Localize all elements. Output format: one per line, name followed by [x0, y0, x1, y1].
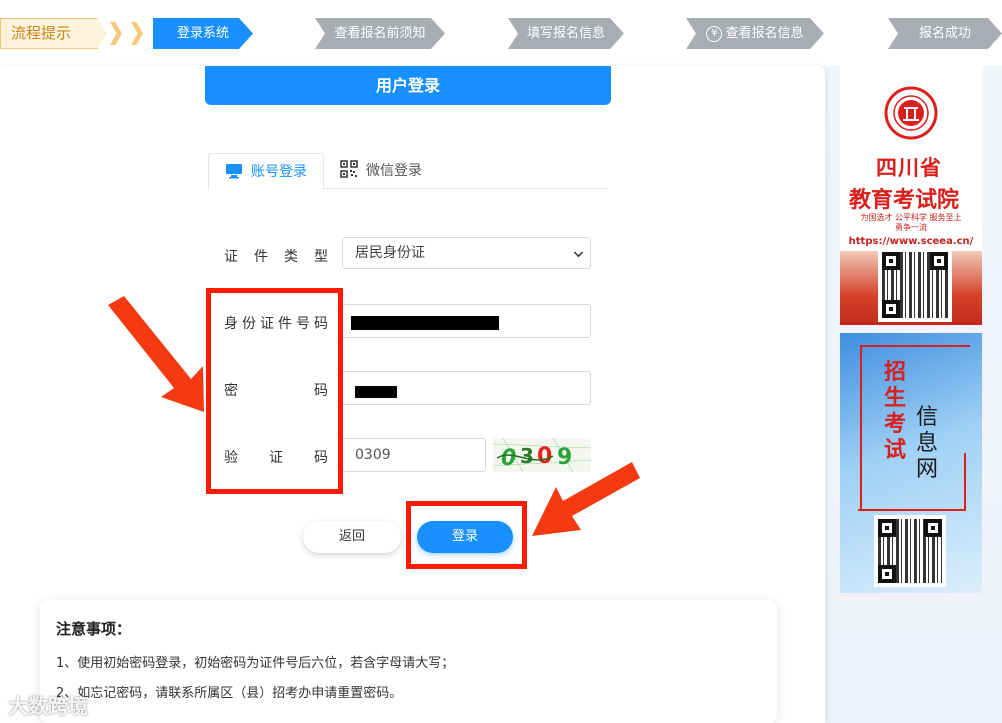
- ad1-url: https://www.sceea.cn/: [848, 236, 974, 247]
- notes-title: 注意事项：: [56, 620, 132, 638]
- ad2-title-col2: 信息网: [916, 405, 939, 482]
- arrow-left-annotation: [108, 296, 204, 412]
- arrow-right-annotation: [532, 462, 640, 536]
- ad1-qr-code: [878, 248, 952, 322]
- ad1-slogan-2: 勇争一流: [895, 223, 927, 232]
- sceea-seal-logo: [884, 86, 938, 140]
- ad1-title-line1: 四川省: [876, 155, 942, 180]
- note-line-2: 2、如忘记密码，请联系所属区（县）招考办申请重置密码。: [56, 686, 403, 701]
- ad2-qr-code: [874, 515, 946, 587]
- sceea-ad-banner[interactable]: 四川省 教育考试院 为国选才 公平科学 服务至上 勇争一流 https://ww…: [840, 66, 982, 325]
- note-line-1: 1、使用初始密码登录，初始密码为证件号后六位，若含字母请大写；: [56, 656, 455, 671]
- ad2-title-col1: 招生考试: [884, 359, 907, 463]
- zhaokao-ad-banner[interactable]: 招生考试 信息网: [840, 333, 982, 593]
- ad1-title-line2: 教育考试院: [849, 187, 960, 213]
- watermark: 大数跨境: [8, 694, 88, 718]
- ad2-frame-bottom: [858, 453, 966, 511]
- notes-panel: 注意事项： 1、使用初始密码登录，初始密码为证件号后六位，若含字母请大写； 2、…: [40, 600, 777, 723]
